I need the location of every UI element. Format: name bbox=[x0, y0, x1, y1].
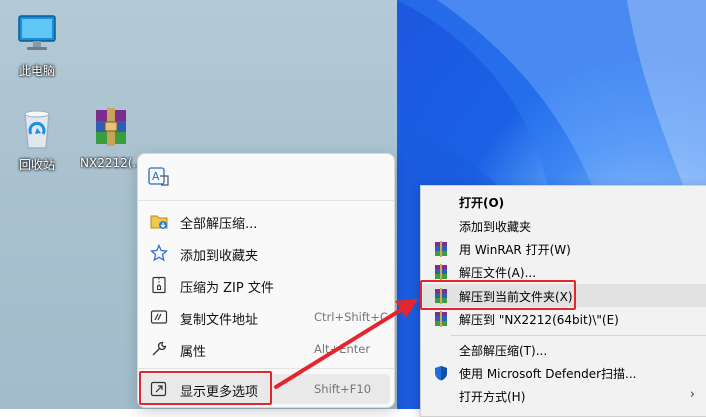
menu-separator bbox=[451, 335, 706, 336]
menu-item-compress-zip[interactable]: 压缩为 ZIP 文件 bbox=[142, 270, 390, 300]
classic-menu-item-open-with-winrar[interactable]: 用 WinRAR 打开(W) bbox=[423, 237, 706, 260]
classic-menu-item-add-favorites[interactable]: 添加到收藏夹 bbox=[423, 214, 706, 237]
classic-menu-item-open-with[interactable]: 打开方式(H) › bbox=[423, 384, 706, 407]
winrar-icon bbox=[433, 311, 449, 327]
winrar-icon bbox=[433, 264, 449, 280]
computer-icon bbox=[13, 10, 61, 58]
desktop-icon-label: 回收站 bbox=[18, 158, 55, 172]
menu-separator bbox=[138, 368, 394, 369]
star-icon bbox=[149, 243, 169, 262]
classic-menu-item-defender-scan[interactable]: 使用 Microsoft Defender扫描... bbox=[423, 361, 706, 384]
classic-menu-item-extract-all[interactable]: 全部解压缩(T)... bbox=[423, 338, 706, 361]
menu-item-copy-path[interactable]: 复制文件地址 Ctrl+Shift+C bbox=[142, 302, 390, 332]
desktop-icon-label: NX2212(… bbox=[80, 156, 142, 170]
winrar-icon bbox=[433, 241, 449, 257]
highlight-box-show-more bbox=[139, 371, 272, 405]
menu-separator bbox=[138, 200, 394, 201]
menu-item-add-favorites[interactable]: 添加到收藏夹 bbox=[142, 238, 390, 268]
copy-path-icon bbox=[150, 308, 168, 326]
classic-menu-item-open[interactable]: 打开(O) bbox=[423, 190, 706, 213]
menu-item-properties[interactable]: 属性 Alt+Enter bbox=[142, 334, 390, 364]
extract-all-icon bbox=[150, 212, 168, 230]
translate-icon[interactable]: A bbox=[148, 166, 174, 190]
classic-menu-item-extract-to-folder[interactable]: 解压到 "NX2212(64bit)\"(E) bbox=[423, 307, 706, 330]
context-menu: A 全部解压缩... 添加到收藏夹 压缩为 ZIP 文件 复制文件地址 Ctrl… bbox=[137, 153, 395, 408]
menu-item-extract-all[interactable]: 全部解压缩... bbox=[142, 206, 390, 236]
winrar-archive-icon bbox=[87, 104, 135, 152]
desktop-icon-label: 此电脑 bbox=[18, 64, 55, 78]
recycle-bin-icon bbox=[13, 104, 61, 152]
chevron-right-icon: › bbox=[689, 387, 695, 402]
desktop-icon-recycle-bin[interactable]: 回收站 bbox=[6, 104, 68, 173]
highlight-box-extract-here bbox=[420, 280, 576, 310]
zip-icon bbox=[150, 276, 168, 294]
svg-text:A: A bbox=[152, 170, 160, 183]
defender-shield-icon bbox=[433, 365, 449, 381]
wrench-icon bbox=[150, 340, 168, 358]
desktop-icon-this-pc[interactable]: 此电脑 bbox=[6, 10, 68, 79]
desktop-icon-archive[interactable]: NX2212(… bbox=[80, 104, 142, 170]
